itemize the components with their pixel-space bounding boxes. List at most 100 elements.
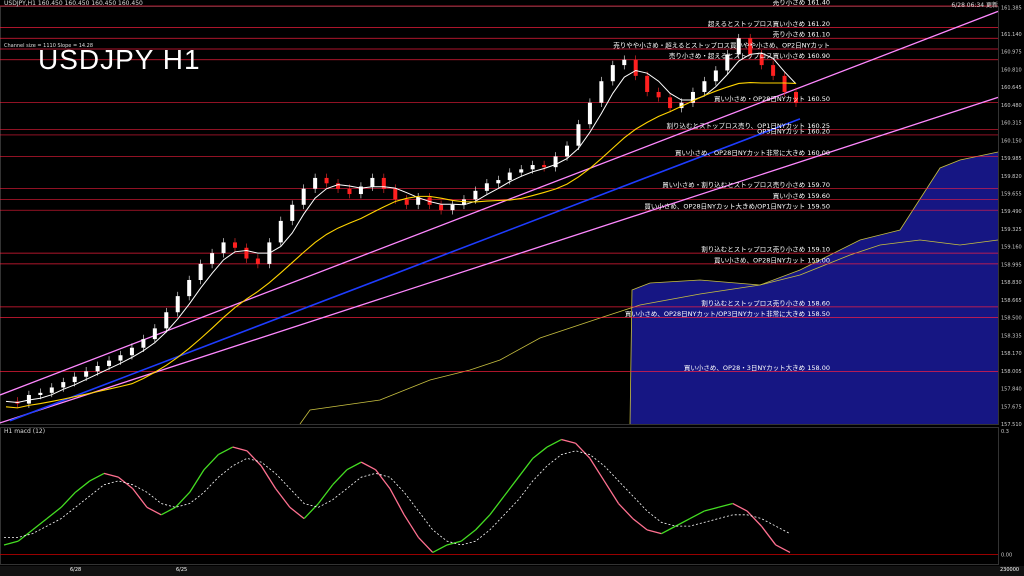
macd-tick: 0.3	[1001, 429, 1009, 435]
macd-segment	[732, 502, 748, 512]
y-tick-label: 160.645	[1001, 85, 1022, 91]
macd-segment	[3, 540, 19, 546]
macd-segment	[646, 529, 662, 535]
candle-body	[645, 75, 650, 92]
macd-segment	[117, 476, 134, 489]
candle-body	[175, 296, 180, 313]
candle-body	[473, 190, 478, 200]
tab-date-2[interactable]: 6/25	[176, 567, 187, 575]
y-tick-label: 160.150	[1001, 138, 1022, 144]
candle-body	[38, 392, 43, 395]
level-label: 買い小さめ 159.60	[773, 191, 830, 200]
level-label: 買い小さめ、OP28・3日NYカット大きめ 158.00	[684, 363, 830, 372]
y-tick-label: 157.510	[1001, 422, 1022, 428]
chart-title: USDJPY H1	[38, 44, 201, 75]
ichimoku-cloud	[299, 151, 999, 425]
candle-body	[507, 172, 512, 181]
level-label: 売り小さめ 161.40	[773, 0, 830, 7]
macd-segment	[289, 506, 305, 520]
y-tick-label: 158.335	[1001, 333, 1022, 339]
macd-panel: 0.3 0.00	[0, 429, 1012, 558]
level-label: 買い小さめ、OP28日NYカット/OP3日NYカット非常に大きめ 158.50	[625, 309, 830, 318]
candle-body	[278, 220, 283, 243]
macd-segment	[775, 544, 791, 554]
candle-body	[187, 280, 192, 297]
candle-body	[61, 382, 66, 388]
candle-body	[576, 124, 581, 146]
candle-body	[313, 177, 318, 189]
candle-body	[301, 188, 306, 205]
macd-segment	[403, 514, 419, 538]
macd-segment	[346, 461, 362, 471]
macd-segment	[203, 454, 219, 471]
y-tick-label: 159.325	[1001, 227, 1022, 233]
candle-body	[198, 263, 203, 281]
y-tick-label: 158.005	[1001, 369, 1022, 375]
candle-body	[255, 258, 260, 264]
y-tick-label: 159.820	[1001, 174, 1022, 180]
symbol-header: USDJPY,H1 160.450 160.450 160.450 160.45…	[4, 0, 143, 7]
macd-segment	[46, 506, 62, 520]
y-tick-label: 161.140	[1001, 32, 1022, 38]
candle-body	[553, 156, 558, 168]
macd-segment	[432, 544, 448, 554]
level-label: 売りやや小さめ・超えるとストップロス買いやや小さめ、OP2日NYカット	[613, 40, 830, 49]
y-tick-label: 157.840	[1001, 387, 1022, 393]
candle-body	[484, 183, 489, 191]
candle-body	[668, 97, 673, 109]
candle-body	[656, 91, 661, 98]
candle-body	[49, 387, 54, 393]
macd-segment	[489, 495, 505, 516]
macd-segment	[675, 518, 691, 527]
candle-body	[771, 65, 776, 76]
y-tick-label: 158.665	[1001, 298, 1022, 304]
level-label: 売り小さめ・超えるとストップロス買い小さめ 160.90	[669, 51, 830, 60]
macd-signal	[4, 450, 791, 546]
level-label: 買い小さめ・OP28日NYカット 160.50	[714, 94, 830, 103]
macd-segment	[632, 518, 648, 531]
candle-body	[107, 360, 112, 366]
macd-segment	[60, 491, 76, 508]
y-tick-label: 160.315	[1001, 121, 1022, 127]
macd-tick: 0.00	[1001, 552, 1012, 558]
macd-segment	[275, 488, 291, 508]
macd-segment	[460, 529, 477, 542]
macd-frame	[0, 427, 999, 565]
candle-body	[587, 102, 592, 125]
macd-segment	[246, 450, 262, 467]
y-tick-label: 160.480	[1001, 103, 1022, 109]
macd-segment	[689, 510, 705, 520]
tab-date-1[interactable]: 6/28	[70, 567, 81, 575]
update-timestamp: 6/28 06:34 更新	[951, 2, 998, 9]
candle-body	[347, 188, 352, 195]
y-tick-label: 159.490	[1001, 209, 1022, 215]
macd-segment	[160, 506, 176, 516]
candle-body	[336, 183, 341, 189]
candle-body	[324, 177, 329, 184]
macd-segment	[718, 502, 734, 508]
level-label: OP3日NYカット 160.20	[757, 127, 830, 135]
candle-body	[530, 165, 535, 170]
candle-body	[519, 169, 524, 173]
y-tick-label: 158.170	[1001, 351, 1022, 357]
candle-body	[633, 59, 638, 76]
level-label: 買い小さめ、OP28日NYカット 159.00	[714, 255, 830, 264]
candle-body	[450, 204, 455, 211]
candle-body	[439, 204, 444, 211]
candle-body	[118, 355, 123, 361]
macd-label: H1 macd (12)	[4, 428, 46, 435]
candle-body	[164, 312, 169, 329]
level-label: 買い小さめ、OP28日NYカット大きめ/OP1日NYカット 159.50	[644, 202, 830, 211]
macd-segment	[517, 457, 534, 478]
macd-segment	[375, 469, 391, 489]
macd-segment	[746, 510, 762, 527]
macd-segment	[146, 506, 162, 516]
candle-body	[232, 242, 237, 248]
y-tick-label: 160.810	[1001, 67, 1022, 73]
candle-body	[84, 371, 89, 377]
bottom-right-value: 230000	[1000, 567, 1020, 573]
candle-body	[599, 81, 604, 103]
chart-canvas: 売り小さめ 161.40 超えるとストップロス買い小さめ 161.20 売り小さめ …	[0, 0, 1022, 565]
candle-body	[622, 59, 627, 66]
macd-segment	[332, 469, 348, 486]
